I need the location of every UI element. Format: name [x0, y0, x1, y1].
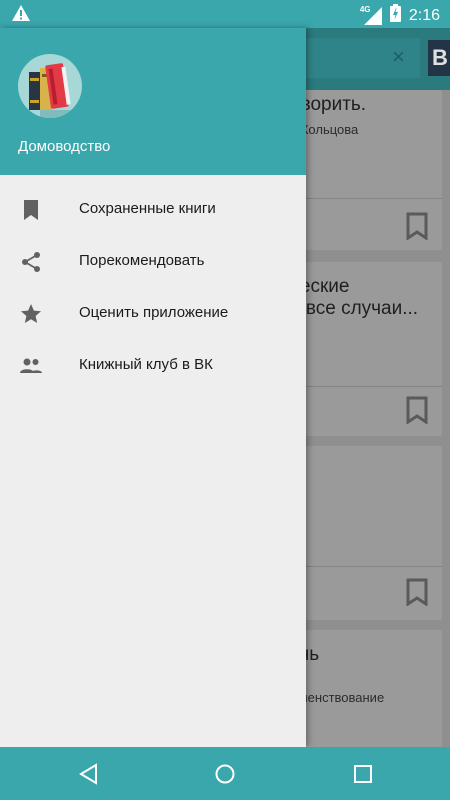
bookmark-icon [406, 578, 428, 611]
status-bar: 4G 2:16 [0, 0, 450, 28]
recents-icon[interactable] [350, 761, 376, 787]
vk-button: В [428, 40, 450, 76]
group-icon [19, 354, 43, 378]
menu-item-label: Книжный клуб в ВК [79, 356, 213, 373]
bookmark-icon [19, 198, 43, 222]
close-icon: × [392, 44, 405, 69]
warning-icon [12, 5, 30, 26]
home-icon[interactable] [212, 761, 238, 787]
network-type: 4G [359, 4, 371, 14]
share-icon [19, 250, 43, 274]
clock: 2:16 [408, 6, 440, 24]
menu-item-label: Сохраненные книги [79, 200, 216, 217]
drawer-header: Домоводство [0, 28, 306, 175]
app-name: Домоводство [18, 138, 111, 155]
battery-charging-icon [389, 4, 401, 27]
signal-icon: 4G [359, 4, 382, 25]
card-title-line2: а все случаи... [290, 298, 419, 319]
system-nav-bar [0, 747, 450, 800]
bookmark-icon [406, 396, 428, 429]
bookmark-icon [406, 212, 428, 245]
books-logo-icon [18, 54, 82, 118]
menu-item-rate-app[interactable]: Оценить приложение [0, 288, 306, 340]
menu-item-vk-club[interactable]: Книжный клуб в ВК [0, 340, 306, 392]
menu-item-label: Порекомендовать [79, 252, 205, 269]
menu-item-recommend[interactable]: Порекомендовать [0, 236, 306, 288]
menu-item-saved-books[interactable]: Сохраненные книги [0, 184, 306, 236]
menu-item-label: Оценить приложение [79, 304, 229, 321]
navigation-drawer: Домоводство Сохраненные книги Порекоменд… [0, 28, 306, 747]
back-icon[interactable] [76, 761, 102, 787]
star-icon [19, 302, 43, 326]
